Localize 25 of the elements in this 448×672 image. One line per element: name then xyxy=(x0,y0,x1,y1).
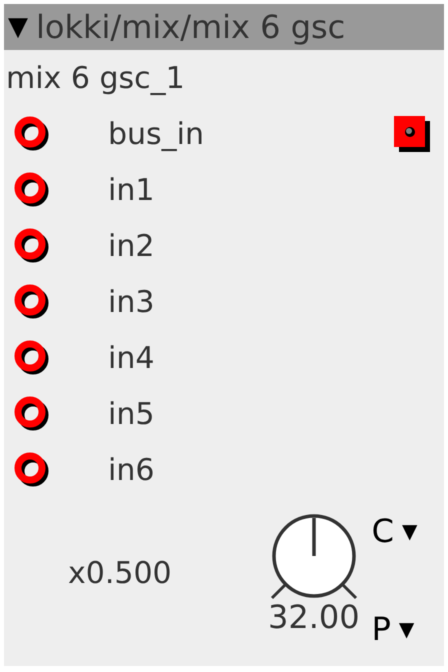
inlet-jack-icon[interactable] xyxy=(14,284,50,320)
inlet-jack-icon[interactable] xyxy=(14,228,50,264)
inlet-label: in2 xyxy=(108,228,156,264)
outlet-jack-icon[interactable] xyxy=(394,116,430,152)
dropdown-arrow[interactable]: ▼ xyxy=(398,617,414,641)
inlet-label: in6 xyxy=(108,452,156,488)
menu-label[interactable]: C xyxy=(372,512,394,550)
knob[interactable] xyxy=(268,514,359,600)
collapse-toggle[interactable]: ▼ xyxy=(8,12,28,42)
inlet-jack-icon[interactable] xyxy=(14,340,50,376)
inlet-label: in1 xyxy=(108,172,156,208)
scale-label: x0.500 xyxy=(68,556,173,593)
inlet-jack-icon[interactable] xyxy=(14,116,50,152)
inlet-label: in5 xyxy=(108,396,156,432)
dropdown-arrow[interactable]: ▼ xyxy=(402,519,418,543)
object-title: lokki/mix/mix 6 gsc xyxy=(36,8,346,46)
inlet-label: in4 xyxy=(108,340,156,376)
knob-value: 32.00 xyxy=(268,598,360,636)
menu-label[interactable]: P xyxy=(372,610,391,648)
inlet-jack-icon[interactable] xyxy=(14,172,50,208)
inlet-label: bus_in xyxy=(108,116,206,152)
inlet-label: in3 xyxy=(108,284,156,320)
inlet-jack-icon[interactable] xyxy=(14,396,50,432)
instance-name[interactable]: mix 6 gsc_1 xyxy=(4,50,444,106)
inlet-jack-icon[interactable] xyxy=(14,452,50,488)
